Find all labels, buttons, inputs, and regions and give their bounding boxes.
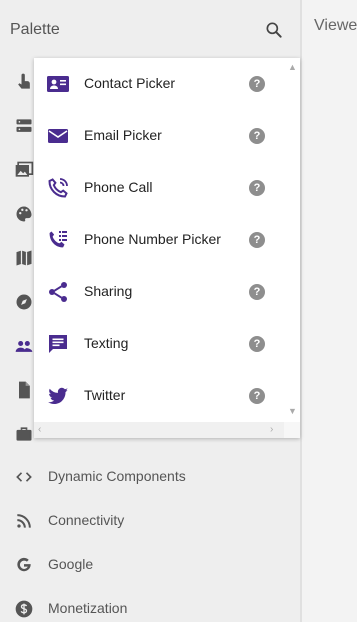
- category-label: Connectivity: [48, 512, 125, 528]
- google-g-icon: [14, 555, 34, 575]
- category-label: Monetization: [48, 600, 128, 616]
- help-icon[interactable]: ?: [249, 128, 265, 144]
- map-icon[interactable]: [14, 248, 34, 268]
- briefcase-icon[interactable]: [14, 424, 34, 444]
- people-icon[interactable]: [14, 336, 34, 356]
- email-icon: [46, 124, 70, 148]
- component-texting[interactable]: Texting ?: [34, 318, 284, 370]
- help-icon[interactable]: ?: [249, 388, 265, 404]
- storage-icon[interactable]: [14, 116, 34, 136]
- category-monetization[interactable]: Monetization: [0, 587, 300, 622]
- component-label: Sharing: [84, 283, 133, 299]
- component-twitter[interactable]: Twitter ?: [34, 370, 284, 422]
- scroll-corner: [284, 422, 300, 438]
- category-connectivity[interactable]: Connectivity: [0, 499, 300, 543]
- component-label: Email Picker: [84, 127, 162, 143]
- scroll-right-icon[interactable]: ›: [270, 424, 273, 435]
- component-label: Twitter: [84, 387, 126, 403]
- contact-card-icon: [46, 72, 70, 96]
- code-brackets-icon: [14, 467, 34, 487]
- search-icon[interactable]: [264, 20, 284, 40]
- touch-icon[interactable]: [14, 72, 34, 92]
- vertical-scrollbar[interactable]: ▲ ▼: [284, 58, 300, 422]
- compass-icon[interactable]: [14, 292, 34, 312]
- component-sharing[interactable]: Sharing ?: [34, 266, 284, 318]
- scroll-left-icon[interactable]: ‹: [38, 424, 41, 435]
- file-icon[interactable]: [14, 380, 34, 400]
- media-icon[interactable]: [14, 160, 34, 180]
- help-icon[interactable]: ?: [249, 336, 265, 352]
- share-icon: [46, 280, 70, 304]
- help-icon[interactable]: ?: [249, 284, 265, 300]
- component-email-picker[interactable]: Email Picker ?: [34, 110, 284, 162]
- social-components-popup: Contact Picker ? Email Picker ? Phone Ca…: [34, 58, 300, 438]
- dialpad-phone-icon: [46, 228, 70, 252]
- help-icon[interactable]: ?: [249, 232, 265, 248]
- twitter-bird-icon: [46, 384, 70, 408]
- horizontal-scrollbar[interactable]: ‹ ›: [34, 422, 284, 438]
- component-contact-picker[interactable]: Contact Picker ?: [34, 58, 284, 110]
- component-label: Phone Number Picker: [84, 231, 221, 247]
- viewer-panel: Viewer: [302, 0, 357, 622]
- help-icon[interactable]: ?: [249, 180, 265, 196]
- component-phone-number-picker[interactable]: Phone Number Picker ?: [34, 214, 284, 266]
- rss-icon: [14, 511, 34, 531]
- category-google[interactable]: Google: [0, 543, 300, 587]
- viewer-title: Viewer: [314, 17, 357, 34]
- component-label: Phone Call: [84, 179, 153, 195]
- category-label: Google: [48, 556, 94, 572]
- scroll-up-icon[interactable]: ▲: [288, 62, 297, 72]
- message-icon: [46, 332, 70, 356]
- component-label: Texting: [84, 335, 129, 351]
- component-label: Contact Picker: [84, 75, 176, 91]
- component-phone-call[interactable]: Phone Call ?: [34, 162, 284, 214]
- category-dynamic-components[interactable]: Dynamic Components: [0, 455, 300, 499]
- palette-header: Palette: [0, 0, 300, 58]
- dollar-icon: [14, 599, 34, 619]
- help-icon[interactable]: ?: [249, 76, 265, 92]
- phone-call-icon: [46, 176, 70, 200]
- palette-icon[interactable]: [14, 204, 34, 224]
- scroll-down-icon[interactable]: ▼: [288, 406, 297, 416]
- category-label: Dynamic Components: [48, 468, 186, 484]
- palette-title: Palette: [10, 21, 60, 38]
